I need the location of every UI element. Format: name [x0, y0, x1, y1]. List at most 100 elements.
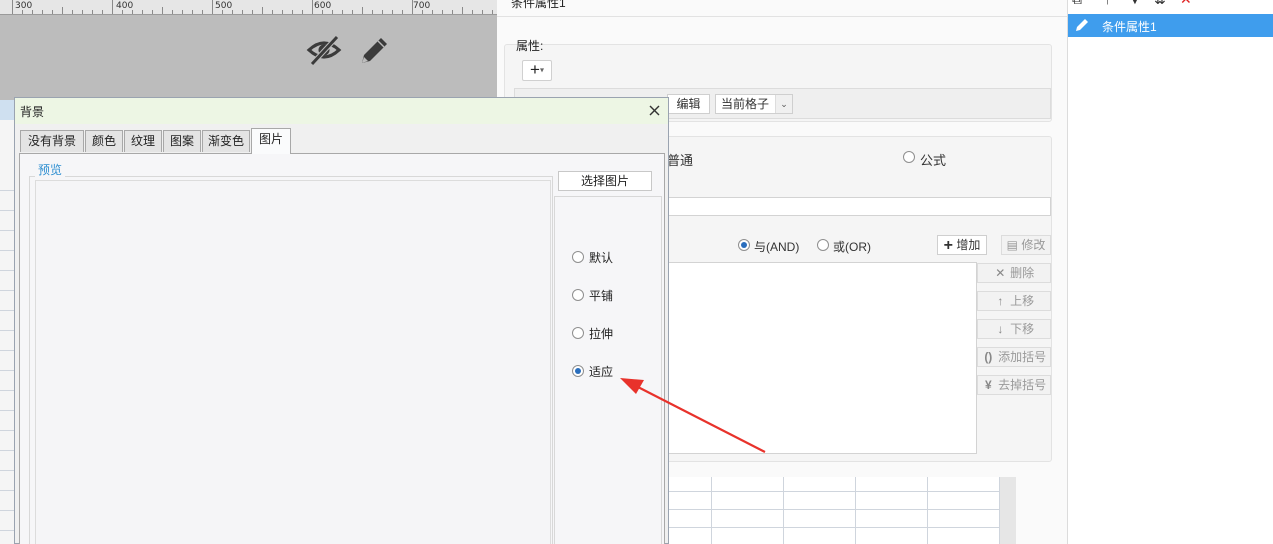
- annotation-arrow: [620, 378, 766, 453]
- radio-fit[interactable]: [572, 365, 584, 377]
- ruler-tick: [262, 7, 263, 14]
- chevron-down-icon[interactable]: ⌄: [775, 95, 792, 113]
- ruler-tick: [452, 10, 453, 14]
- divider: [497, 16, 1067, 17]
- ruler-tick: [162, 7, 163, 14]
- move-down-icon[interactable]: ▼: [1128, 0, 1142, 7]
- tab-color[interactable]: 颜色: [85, 130, 123, 152]
- attribute-label: 属性:: [516, 39, 544, 53]
- pencil-icon[interactable]: [354, 30, 394, 70]
- ruler-tick: [442, 10, 443, 14]
- sheet-grid[interactable]: [667, 477, 1000, 544]
- ruler-tick: [242, 10, 243, 14]
- image-preview-area: [35, 180, 551, 544]
- radio-and-label[interactable]: 与(AND): [754, 238, 799, 255]
- edit-attribute-button[interactable]: 编辑: [667, 94, 710, 114]
- ruler-tick: [252, 10, 253, 14]
- condition-tree-panel: ⧉ ↑ ▼ ⇊ ✕ 条件属性1: [1067, 0, 1273, 544]
- move-up-button[interactable]: ↑ 上移: [977, 291, 1051, 311]
- sheet-scroll-edge: [1000, 477, 1016, 544]
- tree-item-condition[interactable]: 条件属性1: [1068, 14, 1273, 37]
- radio-formula-label[interactable]: 公式: [920, 150, 946, 169]
- tab-texture[interactable]: 纹理: [124, 130, 162, 152]
- ruler-tick: [192, 10, 193, 14]
- tab-no-background[interactable]: 没有背景: [20, 130, 84, 152]
- tab-pattern[interactable]: 图案: [163, 130, 201, 152]
- ruler-tick: [82, 10, 83, 14]
- ruler-tick: [22, 10, 23, 14]
- ruler-tick: [332, 10, 333, 14]
- delete-icon: ✕: [995, 266, 1006, 280]
- eye-off-icon[interactable]: [304, 30, 344, 70]
- bracket-icon: (): [984, 350, 993, 364]
- ruler-tick: [362, 7, 363, 14]
- add-bracket-button[interactable]: () 添加括号: [977, 347, 1051, 367]
- radio-formula[interactable]: [903, 151, 915, 163]
- choose-image-button[interactable]: 选择图片: [558, 171, 652, 191]
- ruler-tick: [142, 10, 143, 14]
- ruler-label: 500: [215, 1, 233, 11]
- dialog-title: 背景: [20, 105, 45, 119]
- ruler-tick: [282, 10, 283, 14]
- ruler-tick: [302, 10, 303, 14]
- ruler-tick: [52, 10, 53, 14]
- radio-and[interactable]: [738, 239, 750, 251]
- ruler-tick: [122, 10, 123, 14]
- radio-normal-label[interactable]: 普通: [667, 150, 693, 169]
- radio-tile[interactable]: [572, 289, 584, 301]
- tab-gradient[interactable]: 渐变色: [202, 130, 250, 152]
- dialog-titlebar[interactable]: 背景: [15, 98, 668, 124]
- pencil-icon: [1076, 19, 1088, 31]
- ruler-tick: [132, 10, 133, 14]
- radio-stretch[interactable]: [572, 327, 584, 339]
- ruler-tick: [482, 10, 483, 14]
- ruler-tick: [372, 10, 373, 14]
- ruler-tick: [492, 10, 493, 14]
- delete-icon[interactable]: ✕: [1180, 0, 1192, 8]
- add-condition-button[interactable]: + 增加: [937, 235, 987, 255]
- ruler-tick: [42, 10, 43, 14]
- remove-bracket-icon: ¥: [984, 378, 992, 392]
- delete-condition-button[interactable]: ✕ 删除: [977, 263, 1051, 283]
- arrow-up-icon: ↑: [997, 294, 1004, 308]
- move-up-icon[interactable]: ↑: [1104, 0, 1111, 7]
- background-dialog: 背景 没有背景 颜色 纹理 图案 渐变色 图片 预览 选择图片 默认 平铺 拉伸…: [14, 97, 669, 544]
- move-down-button[interactable]: ↓ 下移: [977, 319, 1051, 339]
- ruler-tick: [322, 10, 323, 14]
- radio-default-label[interactable]: 默认: [589, 249, 613, 266]
- ruler-tick: [62, 7, 63, 14]
- radio-or-label[interactable]: 或(OR): [833, 238, 871, 255]
- radio-or[interactable]: [817, 239, 829, 251]
- radio-stretch-label[interactable]: 拉伸: [589, 325, 613, 342]
- radio-default[interactable]: [572, 251, 584, 263]
- ruler-tick: [222, 10, 223, 14]
- ruler-tick: [422, 10, 423, 14]
- panel-title: 条件属性1: [511, 0, 566, 10]
- ruler-label: 400: [116, 1, 134, 11]
- copy-icon[interactable]: ⧉: [1072, 0, 1082, 8]
- close-icon[interactable]: [647, 103, 662, 118]
- add-attribute-button[interactable]: +▾: [522, 60, 552, 81]
- plus-icon: +: [530, 60, 540, 79]
- move-bottom-icon[interactable]: ⇊: [1154, 0, 1166, 8]
- ruler-tick: [402, 10, 403, 14]
- ruler-tick: [72, 10, 73, 14]
- ruler-tick: [472, 10, 473, 14]
- tab-image[interactable]: 图片: [251, 128, 291, 154]
- ruler-tick: [232, 10, 233, 14]
- ruler-tick: [32, 10, 33, 14]
- remove-bracket-button[interactable]: ¥ 去掉括号: [977, 375, 1051, 395]
- radio-tile-label[interactable]: 平铺: [589, 287, 613, 304]
- tree-toolbar: ⧉ ↑ ▼ ⇊ ✕: [1068, 0, 1273, 8]
- preview-label: 预览: [35, 161, 66, 178]
- ruler-tick: [292, 10, 293, 14]
- ruler-tick: [182, 10, 183, 14]
- edit-icon: ▤: [1006, 238, 1018, 252]
- cell-scope-select[interactable]: 当前格子 ⌄: [715, 94, 793, 114]
- modify-condition-button[interactable]: ▤ 修改: [1001, 235, 1051, 255]
- ruler-tick: [382, 10, 383, 14]
- ruler-tick: [12, 0, 13, 14]
- condition-input[interactable]: [667, 197, 1051, 216]
- ruler-tick: [342, 10, 343, 14]
- tree-item-label: 条件属性1: [1102, 20, 1157, 34]
